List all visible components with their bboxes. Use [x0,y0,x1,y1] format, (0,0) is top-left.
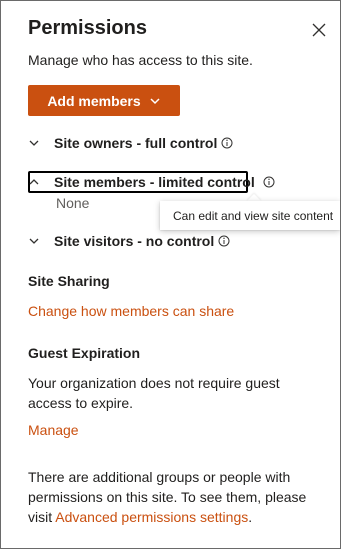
info-icon[interactable] [263,176,275,188]
close-icon [312,23,326,37]
chevron-up-icon [29,179,39,185]
group-label: Site members - limited control [54,174,255,190]
info-icon[interactable] [218,235,230,247]
guest-expiration-heading: Guest Expiration [28,345,141,361]
close-button[interactable] [310,21,328,39]
add-members-label: Add members [47,92,141,109]
permissions-panel: Permissions Manage who has access to thi… [0,0,341,549]
panel-subtitle: Manage who has access to this site. [28,52,253,68]
tooltip-text: Can edit and view site content [173,208,334,223]
change-sharing-link[interactable]: Change how members can share [28,303,234,319]
footer-text: There are additional groups or people wi… [28,467,318,527]
group-label: Site owners - full control [54,135,218,151]
add-members-button[interactable]: Add members [28,85,180,116]
advanced-permissions-link[interactable]: Advanced permissions settings [55,509,248,525]
group-label: Site visitors - no control [54,233,215,249]
guest-expiration-description: Your organization does not require guest… [28,375,280,411]
group-site-owners[interactable]: Site owners - full control [27,132,233,154]
footer-period: . [248,509,253,525]
info-tooltip: Can edit and view site content [160,201,340,230]
chevron-down-icon [29,140,39,146]
chevron-down-icon [150,97,160,104]
members-empty-text: None [56,195,90,211]
group-site-visitors[interactable]: Site visitors - no control [27,230,230,252]
site-sharing-heading: Site Sharing [28,273,110,289]
info-icon[interactable] [221,137,233,149]
panel-title: Permissions [28,17,147,39]
manage-link[interactable]: Manage [28,422,79,438]
chevron-down-icon [29,238,39,244]
group-site-members[interactable]: Site members - limited control [27,171,275,193]
